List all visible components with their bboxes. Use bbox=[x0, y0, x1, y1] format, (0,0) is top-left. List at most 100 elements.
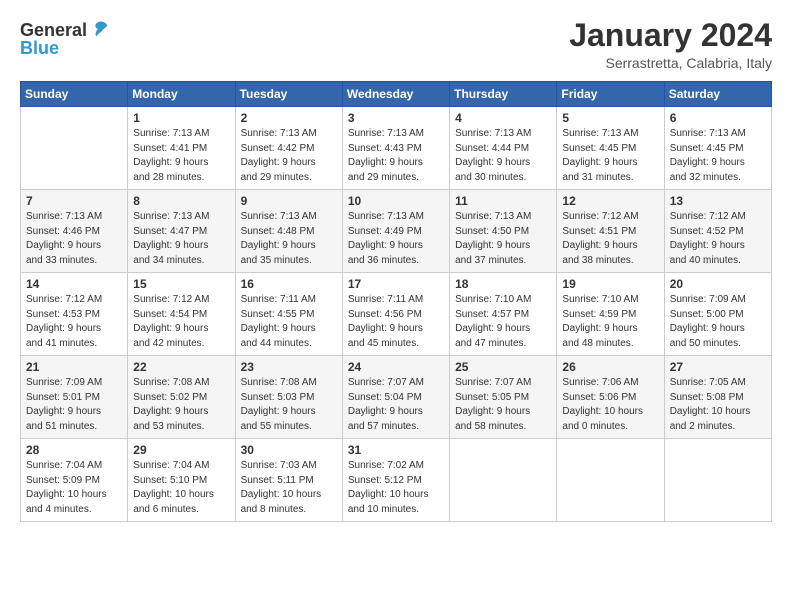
day-cell: 26 Sunrise: 7:06 AM Sunset: 5:06 PM Dayli… bbox=[557, 356, 664, 439]
day-cell: 21 Sunrise: 7:09 AM Sunset: 5:01 PM Dayli… bbox=[21, 356, 128, 439]
day-info: Sunrise: 7:07 AM Sunset: 5:05 PM Dayligh… bbox=[455, 376, 551, 434]
day-cell: 9 Sunrise: 7:13 AM Sunset: 4:48 PM Daylig… bbox=[235, 190, 342, 273]
day-number: 9 bbox=[241, 194, 337, 208]
logo-blue: Blue bbox=[20, 38, 59, 59]
day-cell: 1 Sunrise: 7:13 AM Sunset: 4:41 PM Daylig… bbox=[128, 107, 235, 190]
day-info: Sunrise: 7:13 AM Sunset: 4:41 PM Dayligh… bbox=[133, 127, 229, 185]
day-number: 20 bbox=[670, 277, 766, 291]
day-cell: 25 Sunrise: 7:07 AM Sunset: 5:05 PM Dayli… bbox=[450, 356, 557, 439]
title-block: January 2024 Serrastretta, Calabria, Ita… bbox=[569, 18, 772, 71]
day-number: 31 bbox=[348, 443, 444, 457]
day-number: 28 bbox=[26, 443, 122, 457]
day-cell: 7Sunrise: 7:13 AM Sunset: 4:46 PM Daylig… bbox=[21, 190, 128, 273]
day-cell: 10Sunrise: 7:13 AM Sunset: 4:49 PM Dayli… bbox=[342, 190, 449, 273]
day-number: 23 bbox=[241, 360, 337, 374]
day-cell: 29 Sunrise: 7:04 AM Sunset: 5:10 PM Dayli… bbox=[128, 439, 235, 522]
day-info: Sunrise: 7:12 AM Sunset: 4:54 PM Dayligh… bbox=[133, 293, 229, 351]
day-cell: 22Sunrise: 7:08 AM Sunset: 5:02 PM Dayli… bbox=[128, 356, 235, 439]
day-cell: 3Sunrise: 7:13 AM Sunset: 4:43 PM Daylig… bbox=[342, 107, 449, 190]
day-number: 3 bbox=[348, 111, 444, 125]
day-info: Sunrise: 7:11 AM Sunset: 4:56 PM Dayligh… bbox=[348, 293, 444, 351]
week-row-2: 14 Sunrise: 7:12 AM Sunset: 4:53 PM Dayli… bbox=[21, 273, 772, 356]
day-cell: 30 Sunrise: 7:03 AM Sunset: 5:11 PM Dayli… bbox=[235, 439, 342, 522]
location-title: Serrastretta, Calabria, Italy bbox=[569, 55, 772, 71]
day-info: Sunrise: 7:13 AM Sunset: 4:47 PM Dayligh… bbox=[133, 210, 229, 268]
day-info: Sunrise: 7:13 AM Sunset: 4:48 PM Dayligh… bbox=[241, 210, 337, 268]
day-cell: 12 Sunrise: 7:12 AM Sunset: 4:51 PM Dayli… bbox=[557, 190, 664, 273]
day-number: 11 bbox=[455, 194, 551, 208]
day-cell: 16 Sunrise: 7:11 AM Sunset: 4:55 PM Dayli… bbox=[235, 273, 342, 356]
day-info: Sunrise: 7:13 AM Sunset: 4:50 PM Dayligh… bbox=[455, 210, 551, 268]
day-info: Sunrise: 7:08 AM Sunset: 5:03 PM Dayligh… bbox=[241, 376, 337, 434]
day-cell: 31 Sunrise: 7:02 AM Sunset: 5:12 PM Dayli… bbox=[342, 439, 449, 522]
week-row-1: 7Sunrise: 7:13 AM Sunset: 4:46 PM Daylig… bbox=[21, 190, 772, 273]
day-cell: 8 Sunrise: 7:13 AM Sunset: 4:47 PM Daylig… bbox=[128, 190, 235, 273]
calendar-table: Sunday Monday Tuesday Wednesday Thursday… bbox=[20, 81, 772, 522]
day-number: 10 bbox=[348, 194, 444, 208]
day-number: 4 bbox=[455, 111, 551, 125]
day-number: 7 bbox=[26, 194, 122, 208]
header: General Blue January 2024 Serrastretta, … bbox=[20, 18, 772, 71]
day-number: 24 bbox=[348, 360, 444, 374]
day-info: Sunrise: 7:05 AM Sunset: 5:08 PM Dayligh… bbox=[670, 376, 766, 434]
day-cell: 18Sunrise: 7:10 AM Sunset: 4:57 PM Dayli… bbox=[450, 273, 557, 356]
day-cell bbox=[664, 439, 771, 522]
day-number: 19 bbox=[562, 277, 658, 291]
week-row-4: 28 Sunrise: 7:04 AM Sunset: 5:09 PM Dayli… bbox=[21, 439, 772, 522]
day-info: Sunrise: 7:13 AM Sunset: 4:42 PM Dayligh… bbox=[241, 127, 337, 185]
day-cell bbox=[557, 439, 664, 522]
day-number: 26 bbox=[562, 360, 658, 374]
day-info: Sunrise: 7:04 AM Sunset: 5:10 PM Dayligh… bbox=[133, 459, 229, 517]
logo-bird-icon bbox=[89, 18, 111, 40]
day-number: 17 bbox=[348, 277, 444, 291]
day-number: 2 bbox=[241, 111, 337, 125]
day-cell: 19 Sunrise: 7:10 AM Sunset: 4:59 PM Dayli… bbox=[557, 273, 664, 356]
day-number: 16 bbox=[241, 277, 337, 291]
header-thursday: Thursday bbox=[450, 82, 557, 107]
header-sunday: Sunday bbox=[21, 82, 128, 107]
week-row-0: 1 Sunrise: 7:13 AM Sunset: 4:41 PM Daylig… bbox=[21, 107, 772, 190]
day-cell: 24 Sunrise: 7:07 AM Sunset: 5:04 PM Dayli… bbox=[342, 356, 449, 439]
day-number: 14 bbox=[26, 277, 122, 291]
logo: General Blue bbox=[20, 18, 111, 59]
day-number: 1 bbox=[133, 111, 229, 125]
day-info: Sunrise: 7:07 AM Sunset: 5:04 PM Dayligh… bbox=[348, 376, 444, 434]
day-info: Sunrise: 7:12 AM Sunset: 4:52 PM Dayligh… bbox=[670, 210, 766, 268]
day-cell: 14 Sunrise: 7:12 AM Sunset: 4:53 PM Dayli… bbox=[21, 273, 128, 356]
month-title: January 2024 bbox=[569, 18, 772, 53]
day-cell bbox=[21, 107, 128, 190]
day-number: 12 bbox=[562, 194, 658, 208]
page: General Blue January 2024 Serrastretta, … bbox=[0, 0, 792, 612]
day-info: Sunrise: 7:04 AM Sunset: 5:09 PM Dayligh… bbox=[26, 459, 122, 517]
day-cell: 4Sunrise: 7:13 AM Sunset: 4:44 PM Daylig… bbox=[450, 107, 557, 190]
day-number: 30 bbox=[241, 443, 337, 457]
day-cell: 2 Sunrise: 7:13 AM Sunset: 4:42 PM Daylig… bbox=[235, 107, 342, 190]
header-tuesday: Tuesday bbox=[235, 82, 342, 107]
days-header-row: Sunday Monday Tuesday Wednesday Thursday… bbox=[21, 82, 772, 107]
day-info: Sunrise: 7:08 AM Sunset: 5:02 PM Dayligh… bbox=[133, 376, 229, 434]
day-number: 29 bbox=[133, 443, 229, 457]
day-cell: 28 Sunrise: 7:04 AM Sunset: 5:09 PM Dayli… bbox=[21, 439, 128, 522]
day-info: Sunrise: 7:09 AM Sunset: 5:01 PM Dayligh… bbox=[26, 376, 122, 434]
header-monday: Monday bbox=[128, 82, 235, 107]
day-cell bbox=[450, 439, 557, 522]
day-number: 8 bbox=[133, 194, 229, 208]
day-number: 6 bbox=[670, 111, 766, 125]
day-info: Sunrise: 7:13 AM Sunset: 4:45 PM Dayligh… bbox=[670, 127, 766, 185]
header-saturday: Saturday bbox=[664, 82, 771, 107]
day-number: 21 bbox=[26, 360, 122, 374]
day-info: Sunrise: 7:13 AM Sunset: 4:45 PM Dayligh… bbox=[562, 127, 658, 185]
day-info: Sunrise: 7:12 AM Sunset: 4:51 PM Dayligh… bbox=[562, 210, 658, 268]
day-info: Sunrise: 7:06 AM Sunset: 5:06 PM Dayligh… bbox=[562, 376, 658, 434]
day-info: Sunrise: 7:12 AM Sunset: 4:53 PM Dayligh… bbox=[26, 293, 122, 351]
day-info: Sunrise: 7:11 AM Sunset: 4:55 PM Dayligh… bbox=[241, 293, 337, 351]
header-wednesday: Wednesday bbox=[342, 82, 449, 107]
header-friday: Friday bbox=[557, 82, 664, 107]
day-info: Sunrise: 7:10 AM Sunset: 4:59 PM Dayligh… bbox=[562, 293, 658, 351]
day-cell: 20Sunrise: 7:09 AM Sunset: 5:00 PM Dayli… bbox=[664, 273, 771, 356]
day-info: Sunrise: 7:03 AM Sunset: 5:11 PM Dayligh… bbox=[241, 459, 337, 517]
day-number: 25 bbox=[455, 360, 551, 374]
day-cell: 15Sunrise: 7:12 AM Sunset: 4:54 PM Dayli… bbox=[128, 273, 235, 356]
day-info: Sunrise: 7:02 AM Sunset: 5:12 PM Dayligh… bbox=[348, 459, 444, 517]
day-cell: 5Sunrise: 7:13 AM Sunset: 4:45 PM Daylig… bbox=[557, 107, 664, 190]
